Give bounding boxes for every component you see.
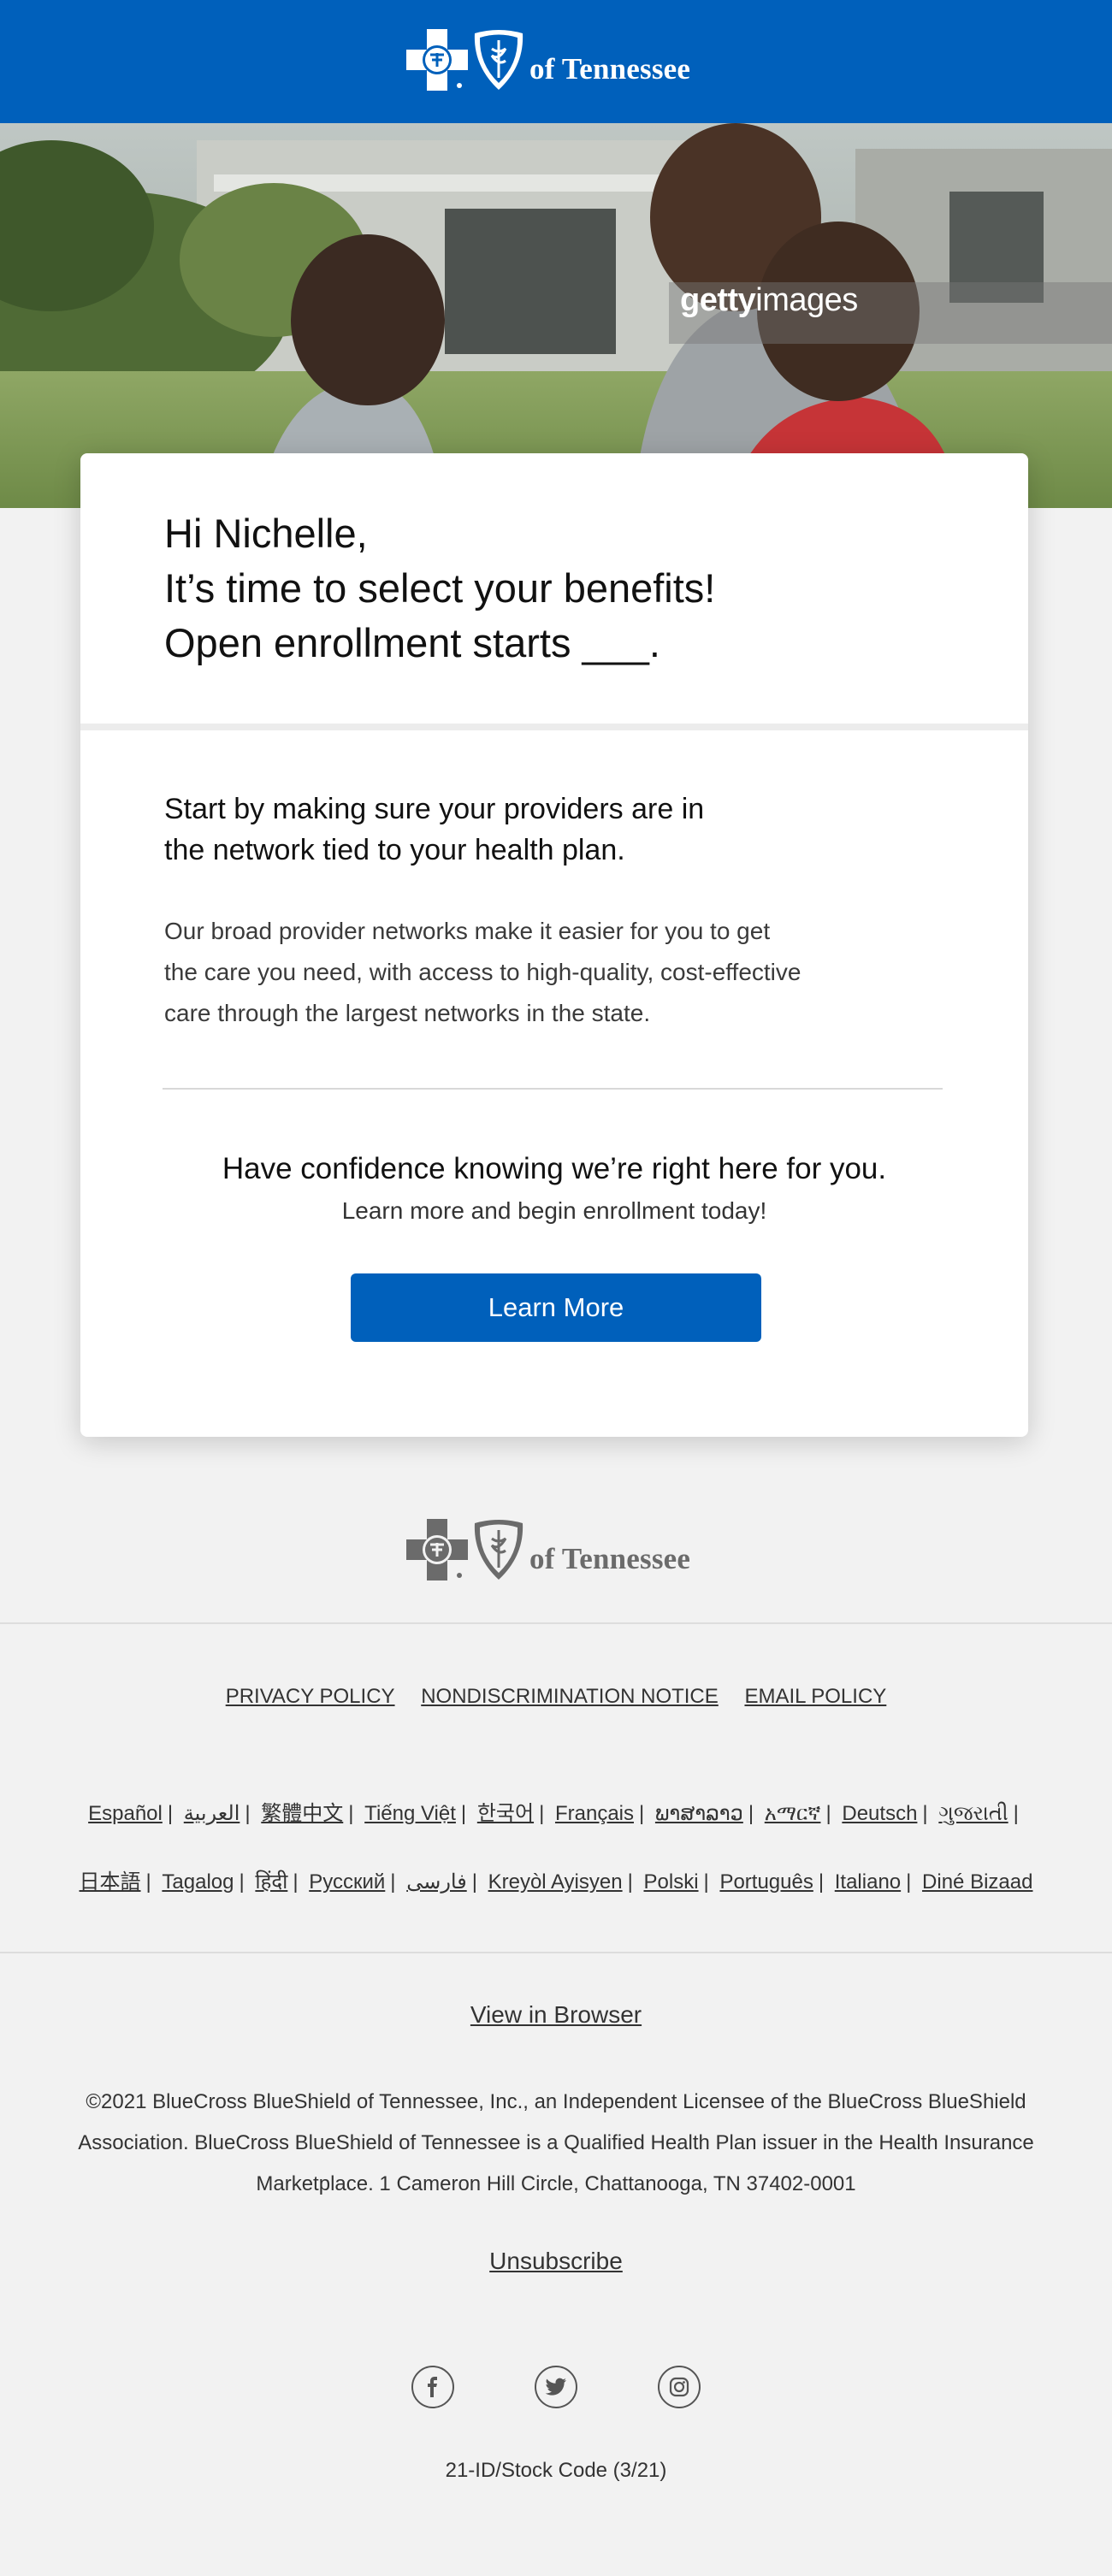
copyright-line: ©2021 BlueCross BlueShield of Tennessee,… bbox=[86, 2090, 1026, 2113]
language-link[interactable]: Polski bbox=[644, 1870, 699, 1894]
blue-shield-icon bbox=[474, 1520, 523, 1580]
getty-watermark: gettyimages bbox=[680, 282, 858, 318]
language-links-row-2: 日本語 | Tagalog | हिंदी | Русский | فارسی | Kre… bbox=[79, 1870, 1033, 1894]
greeting-line: Hi Nichelle, bbox=[164, 511, 368, 556]
providers-body-line: Our broad provider networks make it easi… bbox=[164, 918, 771, 944]
twitter-icon[interactable] bbox=[535, 2366, 577, 2408]
twitter-glyph bbox=[545, 2378, 566, 2396]
logo-text: of Tennessee bbox=[529, 1542, 691, 1575]
language-link[interactable]: 繁體中文 bbox=[261, 1802, 343, 1825]
content-rule bbox=[163, 1088, 943, 1090]
copyright-line: Association. BlueCross BlueShield of Ten… bbox=[78, 2131, 1034, 2154]
view-in-browser-link[interactable]: View in Browser bbox=[470, 2001, 642, 2028]
instagram-icon[interactable] bbox=[658, 2366, 701, 2408]
logo-text: of Tennessee bbox=[529, 52, 691, 86]
language-link[interactable]: ພາສາລາວ bbox=[655, 1802, 743, 1825]
section-divider bbox=[80, 724, 1028, 730]
language-link[interactable]: አማርኛ bbox=[765, 1802, 821, 1825]
main-card: Hi Nichelle, It’s time to select your be… bbox=[80, 453, 1028, 1437]
bcbst-footer-logo[interactable]: of Tennessee bbox=[406, 1518, 690, 1581]
blue-shield-icon bbox=[474, 30, 523, 90]
bcbst-logo[interactable]: of Tennessee bbox=[406, 28, 690, 92]
greeting-line: It’s time to select your benefits! bbox=[164, 565, 716, 611]
language-link[interactable]: ગુજરાતી bbox=[938, 1802, 1008, 1825]
facebook-icon[interactable] bbox=[411, 2366, 454, 2408]
language-link[interactable]: Diné Bizaad bbox=[922, 1870, 1032, 1894]
copyright-text: ©2021 BlueCross BlueShield of Tennessee,… bbox=[68, 2082, 1044, 2205]
confidence-heading: Have confidence knowing we’re right here… bbox=[222, 1152, 887, 1185]
privacy-policy-link[interactable]: PRIVACY POLICY bbox=[226, 1685, 395, 1708]
greeting-line: Open enrollment starts ___. bbox=[164, 620, 660, 665]
stock-code: 21-ID/Stock Code (3/21) bbox=[445, 2459, 667, 2482]
language-link[interactable]: Français bbox=[555, 1802, 634, 1825]
greeting-heading: Hi Nichelle, It’s time to select your be… bbox=[164, 506, 934, 671]
language-link[interactable]: العربية bbox=[184, 1802, 240, 1825]
language-link[interactable]: 日本語 bbox=[80, 1870, 141, 1894]
language-links-row-1: Español | العربية | 繁體中文 | Tiếng Việt | 한국어 |… bbox=[88, 1802, 1019, 1825]
unsubscribe-link[interactable]: Unsubscribe bbox=[489, 2248, 623, 2274]
providers-heading-line: the network tied to your health plan. bbox=[164, 834, 625, 866]
language-link[interactable]: Русский bbox=[309, 1870, 385, 1894]
enrollment-subtext: Learn more and begin enrollment today! bbox=[341, 1197, 767, 1224]
footer-divider bbox=[0, 1622, 1112, 1624]
language-link[interactable]: Italiano bbox=[835, 1870, 901, 1894]
language-link[interactable]: فارسی bbox=[406, 1870, 467, 1894]
language-link[interactable]: Português bbox=[719, 1870, 813, 1894]
header-bar: of Tennessee bbox=[0, 0, 1112, 123]
providers-heading: Start by making sure your providers are … bbox=[164, 789, 763, 871]
language-link[interactable]: Tagalog bbox=[162, 1870, 234, 1894]
language-link[interactable]: 한국어 bbox=[477, 1802, 534, 1825]
blue-cross-icon bbox=[406, 29, 468, 91]
providers-heading-line: Start by making sure your providers are … bbox=[164, 793, 705, 825]
footer-divider bbox=[0, 1952, 1112, 1953]
learn-more-button[interactable]: Learn More bbox=[351, 1273, 761, 1342]
instagram-glyph bbox=[669, 2377, 689, 2397]
providers-body-line: care through the largest networks in the… bbox=[164, 1000, 651, 1026]
language-link[interactable]: Kreyòl Ayisyen bbox=[488, 1870, 623, 1894]
providers-body-line: the care you need, with access to high-q… bbox=[164, 959, 801, 985]
unsubscribe: Unsubscribe bbox=[0, 2248, 1112, 2275]
language-link[interactable]: Deutsch bbox=[842, 1802, 917, 1825]
language-link[interactable]: Tiếng Việt bbox=[364, 1802, 456, 1825]
view-in-browser: View in Browser bbox=[0, 2001, 1112, 2029]
language-link[interactable]: Español bbox=[88, 1802, 163, 1825]
providers-body: Our broad provider networks make it easi… bbox=[164, 911, 814, 1034]
nondiscrimination-link[interactable]: NONDISCRIMINATION NOTICE bbox=[421, 1685, 719, 1708]
facebook-glyph bbox=[428, 2377, 437, 2397]
language-link[interactable]: हिंदी bbox=[255, 1870, 287, 1894]
blue-cross-icon bbox=[406, 1519, 468, 1580]
copyright-line: Marketplace. 1 Cameron Hill Circle, Chat… bbox=[256, 2172, 856, 2195]
email-policy-link[interactable]: EMAIL POLICY bbox=[744, 1685, 886, 1708]
policy-links: PRIVACY POLICY NONDISCRIMINATION NOTICE … bbox=[0, 1685, 1112, 1709]
